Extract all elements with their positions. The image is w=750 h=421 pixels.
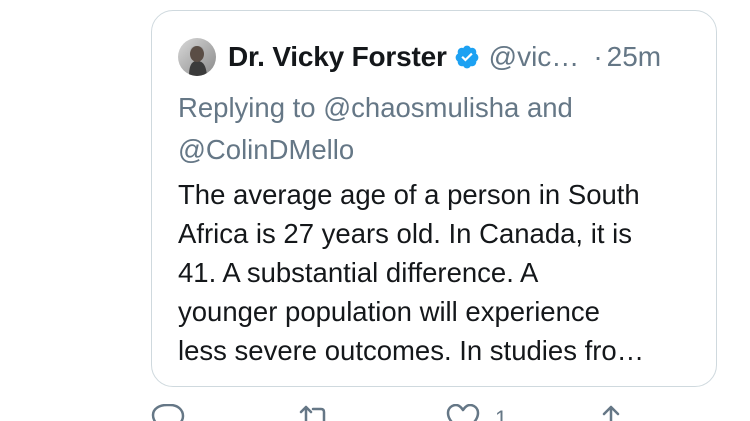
verified-badge-icon: [454, 44, 480, 70]
profile-photo-icon: [178, 38, 216, 76]
tweet-text-line: younger population will experience: [178, 296, 600, 327]
tweet-body-text: The average age of a person in South Afr…: [178, 175, 703, 370]
author-avatar[interactable]: [178, 38, 216, 76]
replying-prefix: Replying to: [178, 92, 316, 123]
tweet-text-line: less severe outcomes. In studies fro…: [178, 335, 645, 366]
tweet-text-line: The average age of a person in South: [178, 179, 640, 210]
mention-link-colindmello[interactable]: @ColinDMello: [178, 134, 354, 165]
tweet-timestamp[interactable]: 25m: [607, 41, 661, 73]
tweet-action-bar: 1: [0, 396, 750, 421]
like-count: 1: [495, 406, 508, 421]
reply-icon[interactable]: [151, 404, 185, 421]
tweet-screen: Dr. Vicky Forster @vic… · 25m Replying t…: [0, 0, 750, 421]
tweet-header: Dr. Vicky Forster @vic… · 25m: [178, 37, 661, 77]
author-display-name[interactable]: Dr. Vicky Forster: [228, 41, 447, 73]
share-icon[interactable]: [596, 404, 626, 421]
reply-context: Replying to @chaosmulisha and @ColinDMel…: [178, 87, 698, 171]
replying-conjunction: and: [526, 92, 573, 123]
like-icon[interactable]: [446, 404, 480, 421]
tweet-text-line: 41. A substantial difference. A: [178, 257, 539, 288]
tweet-text-line: Africa is 27 years old. In Canada, it is: [178, 218, 632, 249]
mention-link-chaosmulisha[interactable]: @chaosmulisha: [323, 92, 519, 123]
author-handle[interactable]: @vic…: [489, 41, 580, 73]
quoted-tweet-card[interactable]: Dr. Vicky Forster @vic… · 25m Replying t…: [151, 10, 717, 387]
separator-dot: ·: [593, 41, 603, 72]
retweet-icon[interactable]: [297, 404, 333, 421]
